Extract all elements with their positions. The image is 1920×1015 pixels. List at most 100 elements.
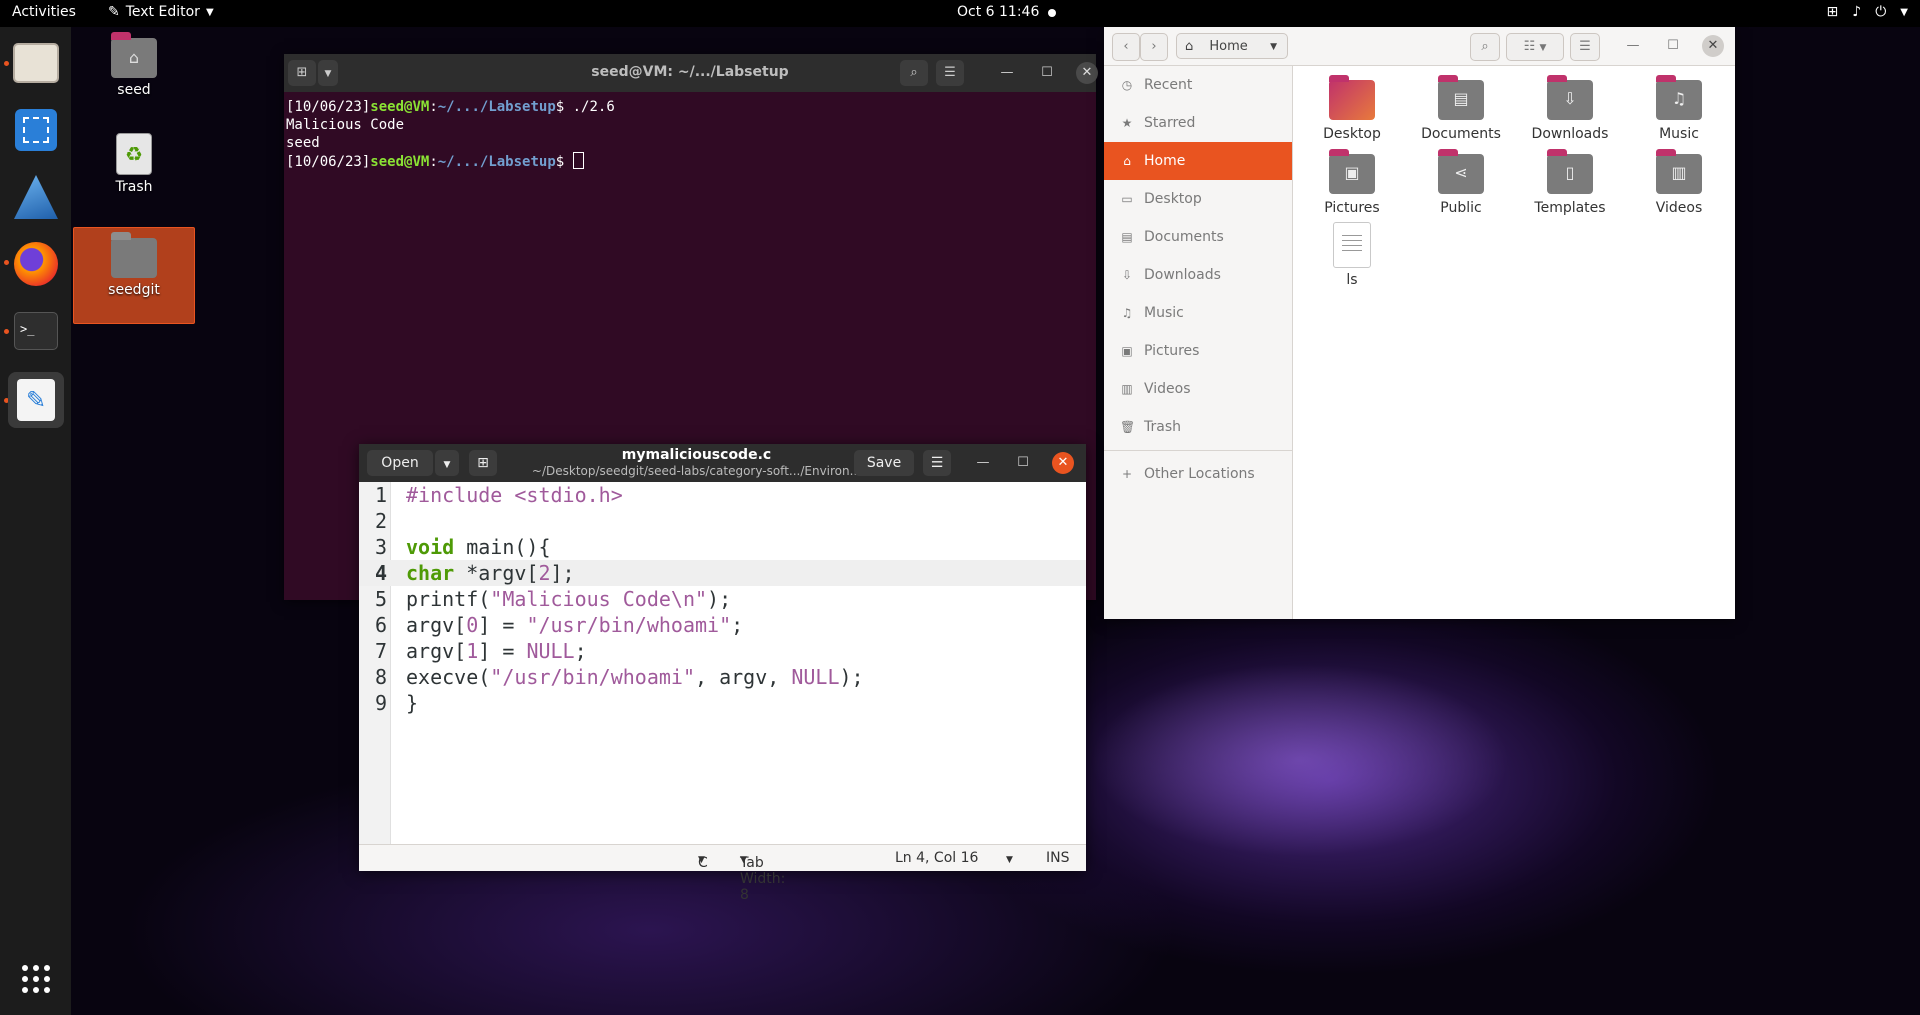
code-editor[interactable]: 1 #include <stdio.h> 2 3 void main(){ 4 cha… bbox=[359, 482, 1086, 845]
network-icon: ⊞ bbox=[1826, 4, 1839, 20]
show-applications-button[interactable] bbox=[8, 951, 64, 1007]
terminal-title: seed@VM: ~/.../Labsetup bbox=[591, 64, 789, 80]
new-document-button[interactable]: ⊞ bbox=[469, 450, 497, 476]
app-menu[interactable]: ✎ Text Editor ▼ bbox=[108, 4, 214, 20]
terminal-titlebar: ⊞ ▼ seed@VM: ~/.../Labsetup ⌕ ☰ — ☐ ✕ bbox=[284, 54, 1098, 92]
terminal-icon: >_ bbox=[14, 312, 58, 350]
search-button[interactable]: ⌕ bbox=[900, 60, 928, 86]
files-headerbar: ‹ › ⌂ Home ▼ ⌕ ☷ ▼ ☰ — ☐ ✕ bbox=[1104, 27, 1735, 66]
trash-icon: ♻ bbox=[116, 133, 152, 175]
minimize-button[interactable]: — bbox=[972, 452, 994, 474]
close-button[interactable]: ✕ bbox=[1702, 35, 1724, 57]
clock-icon: ◷ bbox=[1121, 78, 1133, 92]
sidebar-item-videos[interactable]: ▥ Videos bbox=[1104, 370, 1292, 408]
chevron-down-icon: ▼ bbox=[443, 460, 451, 470]
chevron-down-icon: ▼ bbox=[205, 6, 214, 18]
pictures-folder-icon: ▣ bbox=[1329, 149, 1375, 194]
menu-button[interactable]: ☰ bbox=[923, 450, 951, 476]
terminal-line: Malicious Code bbox=[286, 117, 405, 133]
dock-terminal[interactable]: >_ bbox=[8, 303, 64, 359]
activities-button[interactable]: Activities bbox=[12, 4, 76, 20]
sidebar-item-documents[interactable]: ▤ Documents bbox=[1104, 218, 1292, 256]
file-item-ls[interactable]: ls bbox=[1297, 222, 1407, 288]
sidebar-item-downloads[interactable]: ⇩ Downloads bbox=[1104, 256, 1292, 294]
sidebar-item-pictures[interactable]: ▣ Pictures bbox=[1104, 332, 1292, 370]
location-label: Home bbox=[1209, 39, 1248, 54]
dock-wireshark[interactable] bbox=[8, 169, 64, 225]
sidebar-item-other-locations[interactable]: + Other Locations bbox=[1104, 455, 1292, 493]
hamburger-icon: ☰ bbox=[944, 65, 956, 80]
sidebar-divider bbox=[1104, 450, 1292, 451]
text-file-icon bbox=[1333, 222, 1371, 268]
minimize-button[interactable]: — bbox=[996, 62, 1018, 84]
maximize-button[interactable]: ☐ bbox=[1036, 62, 1058, 84]
dock: >_ ✎ bbox=[0, 27, 71, 1015]
top-bar: Activities ✎ Text Editor ▼ Oct 6 11:46 ⊞… bbox=[0, 0, 1920, 27]
desktop-icon-seed[interactable]: ⌂ seed bbox=[74, 32, 194, 102]
file-item-music[interactable]: ♫ Music bbox=[1624, 75, 1734, 142]
cursor-position[interactable]: Ln 4, Col 16 bbox=[895, 850, 978, 866]
minimize-button[interactable]: — bbox=[1622, 35, 1644, 57]
terminal-output[interactable]: [10/06/23]seed@VM:~/.../Labsetup$ ./2.6 M… bbox=[284, 92, 1096, 177]
open-button[interactable]: Open bbox=[367, 450, 433, 476]
code-line: 7 argv[1] = NULL; bbox=[374, 639, 587, 663]
close-button[interactable]: ✕ bbox=[1076, 62, 1098, 84]
hamburger-icon: ☰ bbox=[930, 455, 944, 471]
view-options-button[interactable]: ☷ ▼ bbox=[1506, 33, 1564, 61]
maximize-button[interactable]: ☐ bbox=[1012, 452, 1034, 474]
open-menu-button[interactable]: ▼ bbox=[435, 450, 459, 476]
public-folder-icon: ⋖ bbox=[1438, 149, 1484, 194]
dock-firefox[interactable] bbox=[8, 236, 64, 292]
code-line: 6 argv[0] = "/usr/bin/whoami"; bbox=[374, 613, 744, 637]
download-icon: ⇩ bbox=[1121, 268, 1133, 282]
desktop-icon-seedgit[interactable]: seedgit bbox=[73, 227, 195, 324]
text-editor-window: Open ▼ ⊞ mymaliciouscode.c ~/Desktop/see… bbox=[359, 444, 1086, 903]
sidebar-item-music[interactable]: ♫ Music bbox=[1104, 294, 1292, 332]
sidebar-item-recent[interactable]: ◷ Recent bbox=[1104, 66, 1292, 104]
save-button[interactable]: Save bbox=[854, 450, 914, 476]
file-item-templates[interactable]: ▯ Templates bbox=[1515, 149, 1625, 216]
file-item-videos[interactable]: ▥ Videos bbox=[1624, 149, 1734, 216]
plus-icon: + bbox=[1121, 467, 1133, 481]
desktop-icon-label: Trash bbox=[115, 179, 153, 195]
chevron-down-icon: ▼ bbox=[1539, 43, 1547, 53]
editor-headerbar: Open ▼ ⊞ mymaliciouscode.c ~/Desktop/see… bbox=[359, 444, 1086, 482]
dock-files[interactable] bbox=[8, 35, 64, 91]
sidebar-item-home[interactable]: ⌂ Home bbox=[1104, 142, 1292, 180]
forward-button[interactable]: › bbox=[1140, 33, 1168, 61]
file-item-downloads[interactable]: ⇩ Downloads bbox=[1515, 75, 1625, 142]
desktop-icon-trash[interactable]: ♻ Trash bbox=[74, 133, 194, 199]
location-button[interactable]: ⌂ Home ▼ bbox=[1176, 33, 1288, 59]
templates-folder-icon: ▯ bbox=[1547, 149, 1593, 194]
clock[interactable]: Oct 6 11:46 bbox=[957, 4, 1039, 20]
search-button[interactable]: ⌕ bbox=[1470, 33, 1500, 61]
chevron-down-icon: ▼ bbox=[1270, 42, 1277, 52]
sidebar-item-trash[interactable]: 🗑 Trash bbox=[1104, 408, 1292, 446]
system-tray[interactable]: ⊞ ♪ ⏻ ▼ bbox=[1827, 4, 1908, 20]
file-item-documents[interactable]: ▤ Documents bbox=[1406, 75, 1516, 142]
file-item-desktop[interactable]: Desktop bbox=[1297, 75, 1407, 142]
menu-button[interactable]: ☰ bbox=[1570, 33, 1600, 61]
videos-icon: ▥ bbox=[1121, 382, 1133, 396]
desktop-icon: ▭ bbox=[1121, 192, 1133, 206]
document-path: ~/Desktop/seedgit/seed-labs/category-sof… bbox=[531, 464, 862, 478]
code-line: 1 #include <stdio.h> bbox=[374, 483, 623, 507]
maximize-button[interactable]: ☐ bbox=[1662, 35, 1684, 57]
new-document-icon: ⊞ bbox=[477, 455, 489, 471]
dock-text-editor[interactable]: ✎ bbox=[8, 372, 64, 428]
menu-button[interactable]: ☰ bbox=[936, 60, 964, 86]
file-item-pictures[interactable]: ▣ Pictures bbox=[1297, 149, 1407, 216]
code-line: 9} bbox=[374, 691, 419, 715]
pictures-icon: ▣ bbox=[1121, 344, 1133, 358]
file-item-public[interactable]: ⋖ Public bbox=[1406, 149, 1516, 216]
dock-screenshot[interactable] bbox=[8, 102, 64, 158]
chevron-right-icon: › bbox=[1151, 39, 1157, 54]
star-icon: ★ bbox=[1121, 116, 1133, 130]
back-button[interactable]: ‹ bbox=[1112, 33, 1140, 61]
close-button[interactable]: ✕ bbox=[1052, 452, 1074, 474]
trash-icon: 🗑 bbox=[1120, 420, 1136, 434]
sidebar-item-starred[interactable]: ★ Starred bbox=[1104, 104, 1292, 142]
sidebar-item-desktop[interactable]: ▭ Desktop bbox=[1104, 180, 1292, 218]
music-folder-icon: ♫ bbox=[1656, 75, 1702, 120]
files-window: ‹ › ⌂ Home ▼ ⌕ ☷ ▼ ☰ — ☐ ✕ ◷ Recent ★ Star… bbox=[1104, 27, 1735, 619]
